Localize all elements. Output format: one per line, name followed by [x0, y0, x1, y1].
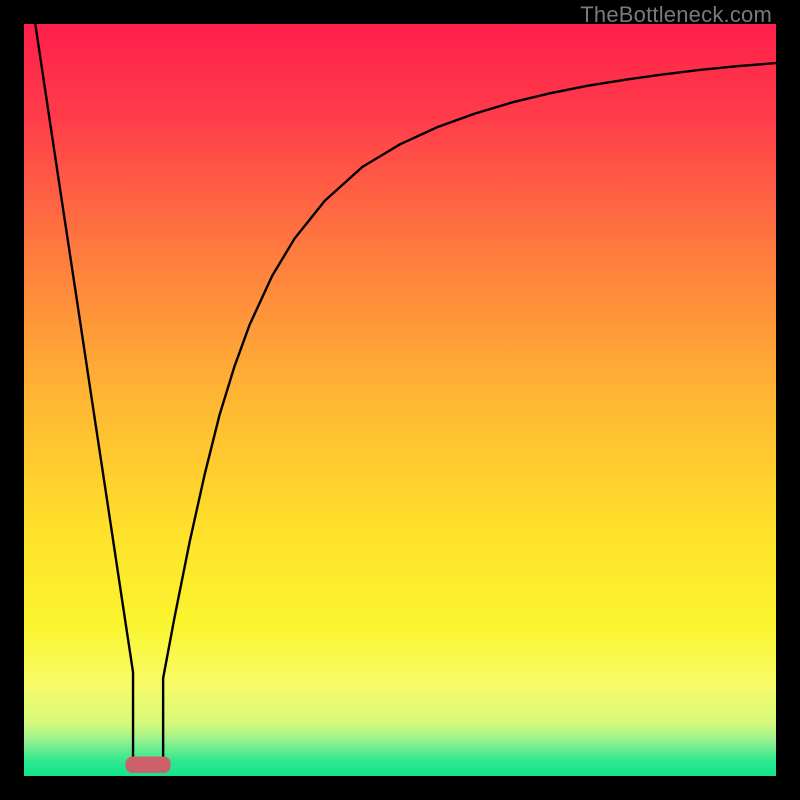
chart-frame	[24, 24, 776, 776]
heatmap-background	[24, 24, 776, 776]
bottleneck-curve-chart	[24, 24, 776, 776]
optimal-point-marker	[126, 756, 171, 773]
watermark-label: TheBottleneck.com	[580, 2, 772, 28]
